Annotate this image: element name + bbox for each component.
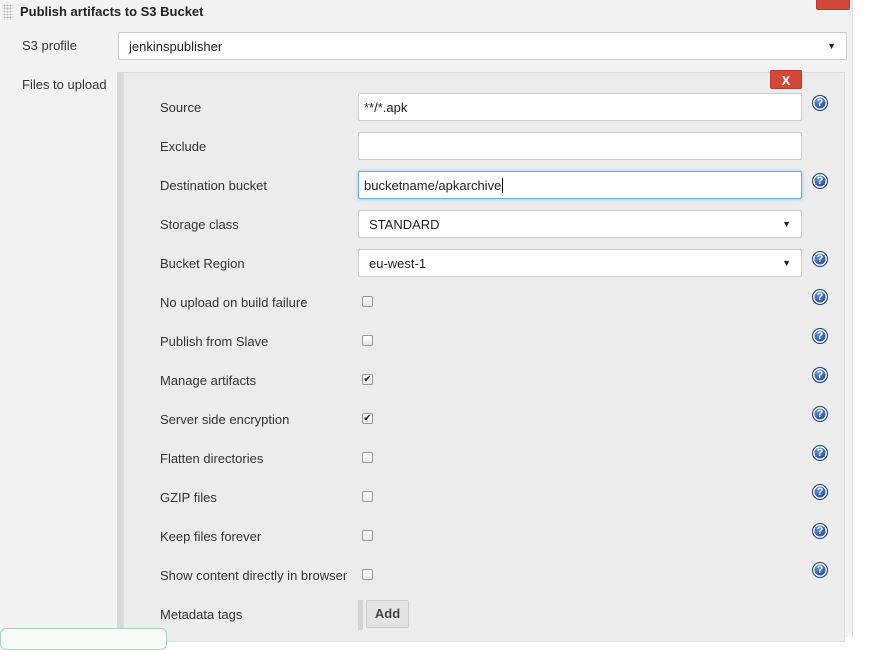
option-label: Manage artifacts xyxy=(160,373,257,388)
option-checkbox[interactable] xyxy=(362,491,373,502)
option-label: Show content directly in browser xyxy=(160,568,348,583)
option-checkbox[interactable]: ✔ xyxy=(362,374,373,385)
option-checkbox[interactable] xyxy=(362,452,373,463)
chevron-down-icon: ▼ xyxy=(782,219,791,229)
option-checkbox[interactable] xyxy=(362,296,373,307)
option-label: Server side encryption xyxy=(160,412,290,427)
text-caret xyxy=(502,177,504,193)
bucket-region-value: eu-west-1 xyxy=(369,255,427,271)
help-icon[interactable]: ? xyxy=(812,328,828,344)
drag-handle-icon[interactable] xyxy=(3,4,13,20)
option-label: Keep files forever xyxy=(160,529,262,544)
chevron-down-icon: ▼ xyxy=(827,41,836,51)
option-label: GZIP files xyxy=(160,490,217,505)
option-label: Publish from Slave xyxy=(160,334,269,349)
help-icon[interactable]: ? xyxy=(812,289,828,305)
destination-bucket-input[interactable]: bucketname/apkarchive xyxy=(358,171,802,199)
notification-bar xyxy=(0,628,167,650)
destination-bucket-label: Destination bucket xyxy=(160,178,267,193)
help-icon[interactable]: ? xyxy=(812,367,828,383)
exclude-label: Exclude xyxy=(160,139,207,154)
help-icon[interactable]: ? xyxy=(812,173,828,189)
help-icon[interactable]: ? xyxy=(812,95,828,111)
option-checkbox[interactable] xyxy=(362,335,373,346)
s3-profile-value: jenkinspublisher xyxy=(129,38,223,54)
storage-class-label: Storage class xyxy=(160,217,239,232)
bucket-region-select[interactable]: eu-west-1 ▼ xyxy=(358,249,802,277)
option-label: Flatten directories xyxy=(160,451,264,466)
help-icon[interactable]: ? xyxy=(812,406,828,422)
storage-class-select[interactable]: STANDARD ▼ xyxy=(358,210,802,238)
storage-class-value: STANDARD xyxy=(369,216,440,232)
s3-profile-select[interactable]: jenkinspublisher ▼ xyxy=(118,32,847,60)
option-checkbox[interactable]: ✔ xyxy=(362,413,373,424)
exclude-input[interactable] xyxy=(358,132,802,160)
option-label: No upload on build failure xyxy=(160,295,308,310)
option-checkbox[interactable] xyxy=(362,569,373,580)
add-metadata-button[interactable]: Add xyxy=(366,600,409,628)
help-icon[interactable]: ? xyxy=(812,484,828,500)
metadata-tags-label: Metadata tags xyxy=(160,607,243,622)
help-icon[interactable]: ? xyxy=(812,562,828,578)
chevron-down-icon: ▼ xyxy=(782,258,791,268)
option-checkbox[interactable] xyxy=(362,530,373,541)
help-icon[interactable]: ? xyxy=(812,445,828,461)
source-input[interactable]: **/*.apk xyxy=(358,93,802,121)
files-to-upload-label: Files to upload xyxy=(22,77,107,92)
s3-profile-label: S3 profile xyxy=(22,38,77,53)
bucket-region-label: Bucket Region xyxy=(160,256,245,271)
repeatable-bar xyxy=(358,600,363,630)
section-title: Publish artifacts to S3 Bucket xyxy=(20,4,204,19)
source-value: **/*.apk xyxy=(364,99,408,115)
help-icon[interactable]: ? xyxy=(812,523,828,539)
delete-section-button[interactable] xyxy=(816,0,850,10)
destination-value: bucketname/apkarchive xyxy=(364,177,502,193)
delete-entry-button[interactable]: X xyxy=(770,70,802,89)
source-label: Source xyxy=(160,100,202,115)
help-icon[interactable]: ? xyxy=(812,251,828,267)
